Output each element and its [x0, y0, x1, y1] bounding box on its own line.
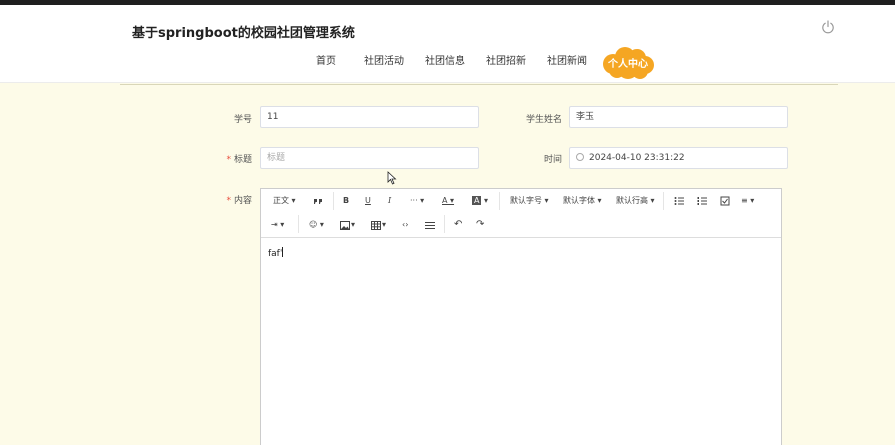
- content-label: * 内容: [226, 196, 252, 206]
- redo-icon[interactable]: ↷: [476, 218, 484, 232]
- editor-toolbar: 正文 ▾ B U I ··· ▾ A ▾ A ▾ 默认字号 ▾ 默认字体 ▾ 默…: [261, 189, 781, 238]
- nav-item-home[interactable]: 首页: [316, 52, 336, 67]
- rich-text-editor[interactable]: 正文 ▾ B U I ··· ▾ A ▾ A ▾ 默认字号 ▾ 默认字体 ▾ 默…: [260, 188, 782, 445]
- undo-icon[interactable]: ↶: [454, 218, 462, 232]
- indent-dropdown[interactable]: ⇥ ▾: [271, 218, 284, 232]
- toolbar-separator: [499, 192, 500, 210]
- nav-item-personal-center[interactable]: 个人中心: [600, 46, 656, 80]
- nav-item-club-news[interactable]: 社团新闻: [547, 52, 587, 67]
- bold-icon[interactable]: B: [343, 194, 349, 208]
- todo-checkbox-icon[interactable]: [720, 196, 730, 206]
- nav-item-club-recruitment[interactable]: 社团招新: [486, 52, 526, 67]
- toolbar-separator: [444, 215, 445, 233]
- editor-content[interactable]: fafˈ: [268, 247, 284, 259]
- toolbar-separator: [298, 215, 299, 233]
- image-icon[interactable]: [340, 221, 350, 230]
- clock-icon: [576, 153, 584, 161]
- divider-line-icon[interactable]: [425, 221, 435, 230]
- toolbar-separator: [333, 192, 334, 210]
- header-divider: [120, 84, 838, 85]
- time-value: 2024-04-10 23:31:22: [589, 153, 685, 163]
- numbered-list-icon[interactable]: [697, 196, 707, 206]
- title-label: * 标题: [226, 155, 252, 165]
- main-nav: 首页 社团活动 社团信息 社团招新 社团新闻 个人中心: [0, 42, 895, 79]
- student-id-field[interactable]: 11: [260, 106, 479, 128]
- nav-item-club-activities[interactable]: 社团活动: [364, 52, 404, 67]
- time-label: 时间: [543, 155, 562, 165]
- title-input[interactable]: 标题: [260, 147, 479, 169]
- time-field[interactable]: 2024-04-10 23:31:22: [569, 147, 788, 169]
- site-title: 基于springboot的校园社团管理系统: [132, 26, 355, 41]
- font-color-icon[interactable]: A ▾: [442, 194, 454, 208]
- background-color-icon[interactable]: A ▾: [472, 194, 488, 208]
- blockquote-icon[interactable]: [313, 196, 323, 206]
- align-dropdown[interactable]: ≡ ▾: [741, 194, 754, 208]
- student-id-label: 学号: [233, 115, 252, 125]
- site-header: 基于springboot的校园社团管理系统 首页 社团活动 社团信息 社团招新 …: [0, 5, 895, 83]
- power-icon[interactable]: [820, 19, 836, 35]
- text-caret: [282, 247, 284, 257]
- font-size-dropdown[interactable]: 默认字号 ▾: [510, 194, 549, 208]
- student-name-label: 学生姓名: [525, 115, 562, 125]
- bulleted-list-icon[interactable]: [674, 196, 684, 206]
- emoji-icon[interactable]: ☺ ▾: [309, 218, 324, 232]
- toolbar-separator: [663, 192, 664, 210]
- table-icon[interactable]: [371, 221, 381, 230]
- paragraph-format-dropdown[interactable]: 正文 ▾: [273, 194, 296, 208]
- personal-center-label: 个人中心: [608, 59, 648, 70]
- font-family-dropdown[interactable]: 默认字体 ▾: [563, 194, 602, 208]
- line-height-dropdown[interactable]: 默认行高 ▾: [616, 194, 655, 208]
- code-icon[interactable]: ‹›: [402, 218, 408, 232]
- more-styles-icon[interactable]: ··· ▾: [410, 194, 424, 208]
- image-dropdown-arrow[interactable]: ▾: [351, 218, 355, 232]
- nav-item-club-info[interactable]: 社团信息: [425, 52, 465, 67]
- student-name-field[interactable]: 李玉: [569, 106, 788, 128]
- mouse-pointer-icon: [387, 171, 397, 185]
- table-dropdown-arrow[interactable]: ▾: [382, 218, 386, 232]
- italic-icon[interactable]: I: [388, 194, 391, 208]
- underline-icon[interactable]: U: [365, 194, 371, 208]
